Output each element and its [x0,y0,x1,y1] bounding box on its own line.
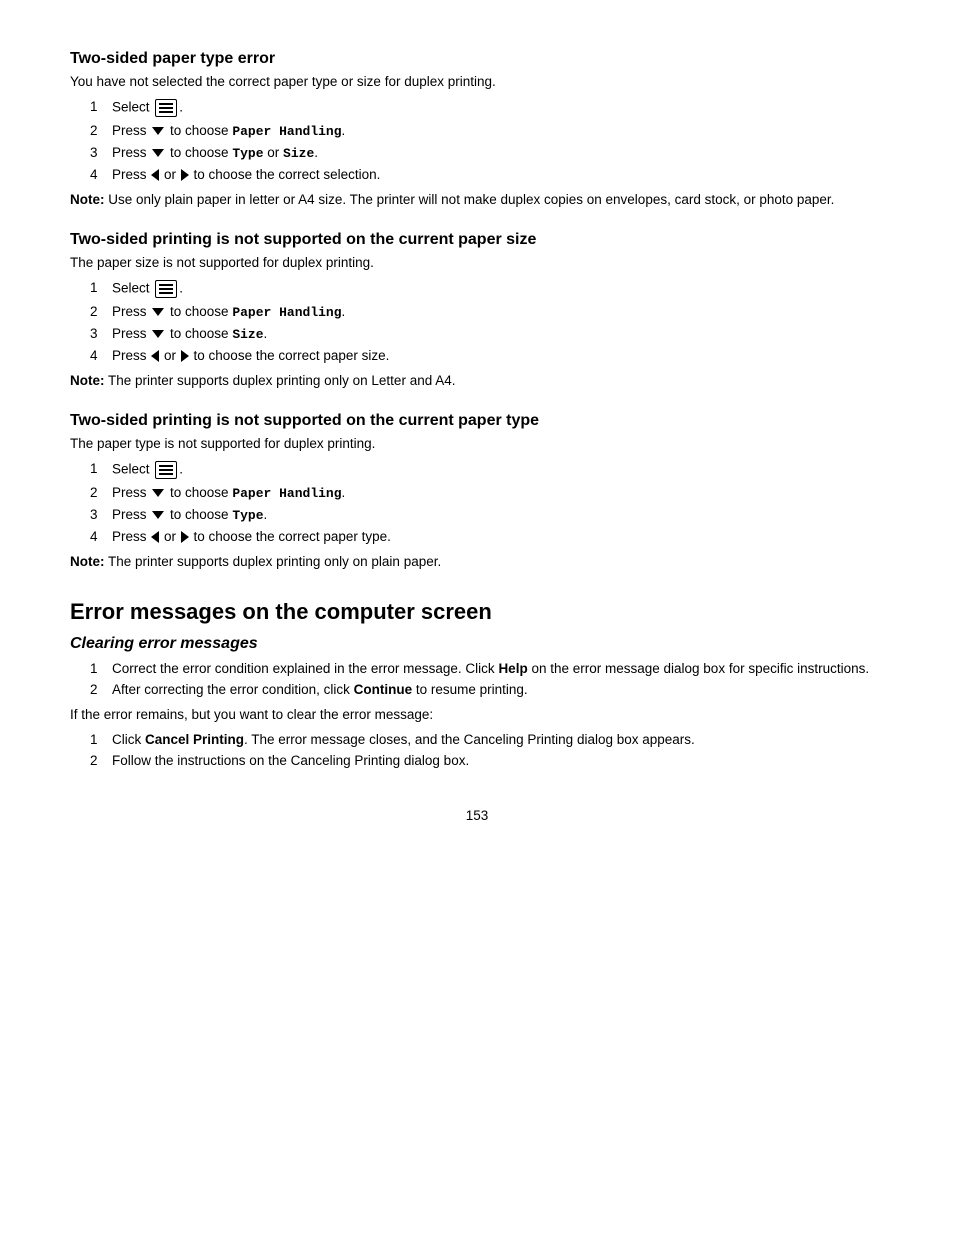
step-content: Press to choose Paper Handling. [112,304,884,320]
arrow-right-icon [181,531,189,543]
step-content: Press to choose Type or Size. [112,145,884,161]
step-num: 4 [90,348,112,363]
step-content: Select . [112,461,884,479]
section2-note: Note: The printer supports duplex printi… [70,373,884,388]
mono-text: Paper Handling [232,305,341,320]
step: 3 Press to choose Type. [80,507,884,523]
step: 1 Select . [80,99,884,117]
section4-steps-b: 1 Click Cancel Printing. The error messa… [80,732,884,768]
section3-steps: 1 Select . 2 Press to choose Paper Handl… [80,461,884,544]
arrow-right-icon [181,169,189,181]
step: 1 Select . [80,280,884,298]
step: 2 Follow the instructions on the Canceli… [80,753,884,768]
step-num: 2 [90,123,112,138]
section3-intro: The paper type is not supported for dupl… [70,436,884,451]
section-two-sided-paper-type: Two-sided printing is not supported on t… [70,412,884,569]
arrow-down-icon [152,330,164,338]
step-num: 3 [90,326,112,341]
step-content: Press to choose Paper Handling. [112,485,884,501]
section2-steps: 1 Select . 2 Press to choose Paper Handl… [80,280,884,363]
section4-subsection-title: Clearing error messages [70,635,884,653]
step: 2 Press to choose Paper Handling. [80,485,884,501]
step: 4 Press or to choose the correct selecti… [80,167,884,182]
mono-text: Size [283,146,314,161]
step-content: Select . [112,280,884,298]
arrow-down-icon [152,127,164,135]
mono-text: Paper Handling [232,486,341,501]
step: 4 Press or to choose the correct paper s… [80,348,884,363]
step: 3 Press to choose Size. [80,326,884,342]
arrow-down-icon [152,489,164,497]
step-num: 2 [90,485,112,500]
arrow-down-icon [152,149,164,157]
step: 2 Press to choose Paper Handling. [80,123,884,139]
step-num: 4 [90,529,112,544]
menu-icon [155,280,177,298]
step-content: Correct the error condition explained in… [112,661,884,676]
step-num: 1 [90,461,112,476]
mono-text: Type [232,508,263,523]
arrow-left-icon [151,531,159,543]
arrow-left-icon [151,350,159,362]
step-content: Press or to choose the correct paper typ… [112,529,884,544]
arrow-right-icon [181,350,189,362]
mono-text: Type [232,146,263,161]
mono-text: Size [232,327,263,342]
section-two-sided-paper-type-error: Two-sided paper type error You have not … [70,50,884,207]
step: 3 Press to choose Type or Size. [80,145,884,161]
section4-mid-text: If the error remains, but you want to cl… [70,707,884,722]
step-content: After correcting the error condition, cl… [112,682,884,697]
step-content: Follow the instructions on the Canceling… [112,753,884,768]
page: Two-sided paper type error You have not … [0,0,954,883]
step-num: 1 [90,661,112,676]
step: 1 Select . [80,461,884,479]
arrow-left-icon [151,169,159,181]
section2-title: Two-sided printing is not supported on t… [70,231,884,249]
menu-icon [155,99,177,117]
step: 2 After correcting the error condition, … [80,682,884,697]
section1-intro: You have not selected the correct paper … [70,74,884,89]
section3-title: Two-sided printing is not supported on t… [70,412,884,430]
arrow-down-icon [152,511,164,519]
step: 1 Correct the error condition explained … [80,661,884,676]
step-content: Press or to choose the correct paper siz… [112,348,884,363]
section3-note: Note: The printer supports duplex printi… [70,554,884,569]
section1-note: Note: Use only plain paper in letter or … [70,192,884,207]
mono-text: Paper Handling [232,124,341,139]
section4-title: Error messages on the computer screen [70,599,884,625]
step: 4 Press or to choose the correct paper t… [80,529,884,544]
step-num: 1 [90,732,112,747]
step-content: Select . [112,99,884,117]
step: 2 Press to choose Paper Handling. [80,304,884,320]
menu-icon [155,461,177,479]
section-two-sided-paper-size: Two-sided printing is not supported on t… [70,231,884,388]
step-num: 2 [90,682,112,697]
section-error-messages: Error messages on the computer screen Cl… [70,599,884,768]
section4-steps-a: 1 Correct the error condition explained … [80,661,884,697]
page-number: 153 [70,808,884,823]
step-num: 3 [90,145,112,160]
arrow-down-icon [152,308,164,316]
step: 1 Click Cancel Printing. The error messa… [80,732,884,747]
step-num: 2 [90,753,112,768]
step-num: 1 [90,99,112,114]
step-num: 4 [90,167,112,182]
section1-title: Two-sided paper type error [70,50,884,68]
section2-intro: The paper size is not supported for dupl… [70,255,884,270]
step-content: Press to choose Type. [112,507,884,523]
step-content: Press to choose Paper Handling. [112,123,884,139]
section1-steps: 1 Select . 2 Press to choose Paper Handl… [80,99,884,182]
step-content: Click Cancel Printing. The error message… [112,732,884,747]
step-num: 1 [90,280,112,295]
step-num: 2 [90,304,112,319]
step-num: 3 [90,507,112,522]
step-content: Press to choose Size. [112,326,884,342]
step-content: Press or to choose the correct selection… [112,167,884,182]
